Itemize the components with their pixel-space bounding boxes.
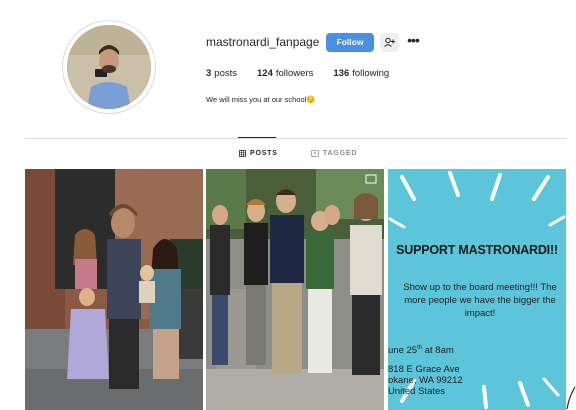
post-tile-1[interactable] [25, 169, 203, 410]
flyer-body: Show up to the board meeting!!! The more… [403, 282, 557, 319]
followers-stat[interactable]: 124 followers [257, 68, 313, 79]
flyer-address-line2: okane, WA 99212 [388, 375, 463, 386]
grid-icon [239, 150, 246, 157]
tab-posts-label: POSTS [250, 150, 278, 157]
flyer-date: une 25th at 8am [388, 345, 454, 356]
flyer-title: SUPPORT MASTRONARDI!! [396, 243, 558, 257]
tab-tagged[interactable]: TAGGED [311, 150, 357, 157]
flyer-address-line1: 818 E Grace Ave [388, 364, 460, 375]
page-edge-mark [566, 386, 576, 410]
post-tile-2[interactable] [206, 169, 384, 410]
posts-label: posts [214, 68, 238, 79]
profile-bio: We will miss you at our school😔 [206, 95, 316, 104]
post-1-image [25, 169, 203, 410]
add-person-icon [384, 37, 395, 47]
flyer-address: 818 E Grace Ave okane, WA 99212 United S… [388, 364, 463, 397]
tabs-divider [25, 138, 566, 139]
post-tile-3[interactable]: SUPPORT MASTRONARDI!! Show up to the boa… [388, 169, 566, 410]
profile-avatar[interactable] [62, 20, 156, 114]
followers-count: 124 [257, 68, 273, 79]
flyer-date-prefix: une 25 [388, 345, 418, 357]
profile-stats: 3 posts 124 followers 136 following [206, 68, 389, 79]
following-count: 136 [333, 68, 350, 79]
tab-tagged-label: TAGGED [323, 150, 358, 157]
more-options-button[interactable]: ••• [405, 33, 421, 52]
avatar-photo [67, 25, 151, 109]
posts-stat: 3 posts [206, 68, 237, 79]
flyer-date-suffix: at 8am [422, 345, 454, 357]
suggested-accounts-button[interactable] [380, 33, 399, 52]
tag-icon [311, 150, 319, 157]
following-stat[interactable]: 136 following [333, 68, 389, 79]
profile-username: mastronardi_fanpage [206, 35, 320, 49]
avatar-image [67, 25, 151, 109]
follow-button[interactable]: Follow [326, 33, 374, 52]
following-label: following [352, 68, 390, 79]
tab-posts[interactable]: POSTS [239, 150, 278, 157]
active-tab-indicator [238, 137, 276, 138]
posts-count: 3 [206, 68, 212, 79]
post-2-image [206, 169, 384, 410]
flyer-address-line3: United States [388, 386, 446, 397]
followers-label: followers [275, 68, 314, 79]
